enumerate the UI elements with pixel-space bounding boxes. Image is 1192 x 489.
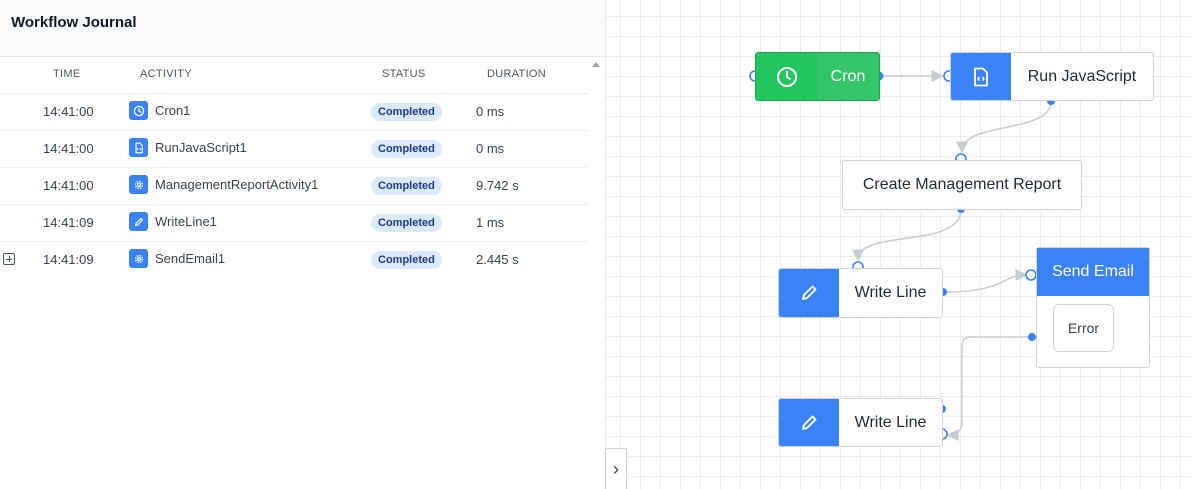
node-create-management-report[interactable]: Create Management Report [842,160,1082,210]
table-row[interactable]: 14:41:00 Cron1 Completed 0 ms [0,94,588,131]
clock-icon [129,101,148,120]
journal-header: Workflow Journal [0,0,605,57]
row-activity-name: RunJavaScript1 [155,140,247,155]
node-cron[interactable]: Cron [755,52,880,101]
node-write-line[interactable]: Write Line [778,268,943,318]
connection-report-to-writeline [852,208,962,262]
node-write-line-label: Write Line [854,284,927,301]
row-duration: 0 ms [476,141,505,156]
row-duration: 1 ms [476,215,505,230]
port-sendemail-in [1025,269,1037,281]
node-run-javascript-label: Run JavaScript [1027,67,1137,85]
row-time: 14:41:09 [43,252,94,267]
column-header-duration[interactable]: DURATION [487,68,546,80]
journal-table: TIME ACTIVITY STATUS DURATION 14:41:00 C… [0,57,588,278]
connection-error-to-writeline2 [946,336,1032,441]
pencil-icon [129,212,148,231]
pencil-icon [779,399,839,446]
journal-scrollbar[interactable] [588,57,605,489]
column-header-time[interactable]: TIME [53,68,80,80]
column-header-activity[interactable]: ACTIVITY [140,68,192,80]
connection-runjs-to-report [956,100,1052,154]
row-activity: RunJavaScript1 [129,138,247,157]
node-cron-label: Cron [817,53,879,100]
expand-row-icon[interactable] [3,253,15,265]
table-row[interactable]: 14:41:09 SendEmail1 Completed 2.445 s [0,242,588,278]
row-activity: SendEmail1 [129,249,225,268]
table-row[interactable]: 14:41:00 RunJavaScript1 Completed 0 ms [0,131,588,168]
status-badge: Completed [371,214,442,232]
row-duration: 2.445 s [476,252,519,267]
workflow-journal-panel: Workflow Journal TIME ACTIVITY STATUS DU… [0,0,606,489]
code-file-icon [129,138,148,157]
port-error-out [1028,333,1036,341]
row-activity-name: Cron1 [155,103,191,118]
panel-toggle-chevron-icon[interactable]: › [605,448,627,489]
gear-icon [129,249,148,268]
node-run-javascript[interactable]: Run JavaScript [950,52,1154,101]
code-file-icon [951,53,1011,100]
row-activity-name: ManagementReportActivity1 [155,177,319,192]
row-activity: Cron1 [129,101,190,120]
row-activity: WriteLine1 [129,212,217,231]
status-badge: Completed [371,251,442,269]
row-activity-name: WriteLine1 [155,214,217,229]
row-duration: 0 ms [476,104,505,119]
journal-title: Workflow Journal [11,13,137,31]
row-time: 14:41:00 [43,104,94,119]
row-activity-name: SendEmail1 [155,251,226,266]
node-write-line-2-label: Write Line [854,413,927,431]
row-time: 14:41:09 [43,215,94,230]
row-time: 14:41:00 [43,178,94,193]
pencil-icon [779,269,839,317]
node-send-email-label: Send Email [1037,248,1149,296]
status-badge: Completed [371,103,442,121]
gear-icon [129,175,148,194]
clock-icon [756,53,817,100]
column-header-status[interactable]: STATUS [382,68,426,80]
node-report-label: Create Management Report [862,176,1062,193]
table-row[interactable]: 14:41:00 ManagementReportActivity1 Compl… [0,168,588,205]
connection-writeline-to-sendemail [943,269,1028,293]
workflow-designer-canvas[interactable]: Cron Run JavaScript Create Management Re… [606,0,1192,489]
table-header: TIME ACTIVITY STATUS DURATION [0,57,588,94]
node-send-email[interactable]: Send Email Error [1036,247,1150,368]
status-badge: Completed [371,177,442,195]
status-badge: Completed [371,140,442,158]
scroll-up-arrow-icon[interactable] [592,62,600,67]
row-activity: ManagementReportActivity1 [129,175,318,194]
node-write-line-2[interactable]: Write Line [778,398,943,447]
outcome-error[interactable]: Error [1053,304,1114,352]
row-time: 14:41:00 [43,141,94,156]
row-duration: 9.742 s [476,178,519,193]
table-row[interactable]: 14:41:09 WriteLine1 Completed 1 ms [0,205,588,242]
